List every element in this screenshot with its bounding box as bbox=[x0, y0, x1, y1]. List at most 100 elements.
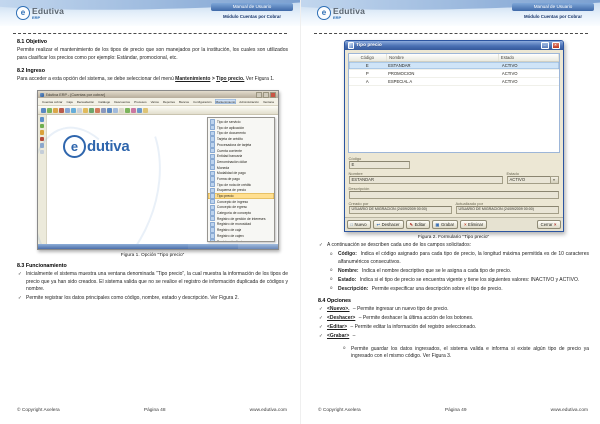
cerrar-button: Cerrar × bbox=[537, 220, 561, 229]
section-83-title: 8.3 Funcionamiento bbox=[17, 263, 288, 269]
footer-copyright: © Copyright Axelera bbox=[318, 408, 361, 413]
option-bullet: ✓ <Nuevo>. – Permite ingresar un nuevo t… bbox=[318, 306, 589, 314]
app-menubar: Cuentas cobrarCajaRecaudaciónCatálogoDes… bbox=[38, 98, 278, 106]
check-icon: ✓ bbox=[319, 242, 323, 249]
menu-item-icon bbox=[210, 165, 215, 170]
menubar-item: Ventana bbox=[262, 99, 275, 104]
footer-copyright: © Copyright Axelera bbox=[17, 408, 60, 413]
menubar-item: Recaudación bbox=[76, 99, 96, 104]
menu-item-icon bbox=[210, 142, 215, 147]
toolbar-icon bbox=[71, 108, 76, 113]
edutiva-logo-icon: e bbox=[317, 6, 331, 20]
sub-bullet-icon: o bbox=[330, 267, 332, 274]
toolbar-icon bbox=[101, 108, 106, 113]
table-row: P PROMOCION ACTIVO bbox=[349, 70, 559, 78]
descripcion-field bbox=[349, 191, 559, 199]
close-icon: × bbox=[554, 222, 556, 227]
chevron-down-icon: ▾ bbox=[550, 176, 559, 184]
check-bullet: ✓ Permite registrar los datos principale… bbox=[17, 295, 288, 303]
toolbar-icon bbox=[125, 108, 130, 113]
check-icon: ✓ bbox=[18, 295, 22, 302]
menu-item-icon bbox=[210, 148, 215, 153]
menubar-item: Varios bbox=[150, 99, 160, 104]
app-titlebar: Edutiva ERP - [Cuentas por cobrar] bbox=[38, 91, 278, 98]
dropdown-menu-item: Registro de gestión de intereses bbox=[208, 216, 274, 222]
mantenimiento-dropdown-menu: Tipo de servicio Tipo de aplicación bbox=[207, 117, 275, 242]
estado-label: Estado bbox=[507, 171, 559, 176]
logo-erp-label: ERP bbox=[32, 16, 64, 20]
field-bullet: o Estado: Indica si el tipo de precio se… bbox=[327, 277, 589, 285]
toolbar-icon bbox=[77, 108, 82, 113]
dashed-separator bbox=[13, 33, 287, 34]
manual-title: Manual de Usuario bbox=[211, 3, 293, 11]
page-header: e Edutiva ERP Manual de Usuario Módulo C… bbox=[0, 0, 300, 26]
edutiva-watermark-icon: e bbox=[63, 135, 86, 158]
dialog-titlebar: Tipo precio – × bbox=[345, 41, 563, 50]
menubar-item: Reportes bbox=[162, 99, 176, 104]
tipo-precio-form: Código E Nombre ESTANDAR Estado ACTIVO ▾ bbox=[345, 153, 563, 214]
dialog-button: × Eliminar bbox=[460, 220, 487, 229]
section-82-body: Para acceder a esta opción del sistema, … bbox=[17, 76, 288, 84]
toolbar-icon bbox=[113, 108, 118, 113]
edutiva-logo: e Edutiva ERP bbox=[317, 6, 365, 20]
menu-item-icon bbox=[210, 182, 215, 187]
menubar-item: Mantenimiento bbox=[215, 99, 237, 104]
toolbar-icon bbox=[59, 108, 64, 113]
toolbar-icon bbox=[83, 108, 88, 113]
button-icon: ✎ bbox=[410, 222, 414, 227]
sub-bullet-icon: o bbox=[343, 345, 345, 352]
menu-item-icon bbox=[210, 131, 215, 136]
codigo-field: E bbox=[349, 161, 410, 169]
edutiva-watermark: e dutiva bbox=[63, 135, 129, 158]
button-icon: ▣ bbox=[436, 222, 440, 227]
menu-item-icon bbox=[210, 176, 215, 181]
page-right-content: Tipo precio – × Código Nombre Estado E bbox=[301, 40, 600, 361]
menu-item-icon bbox=[210, 222, 215, 227]
menubar-item: Cuentas cobrar bbox=[41, 99, 64, 104]
creado-por-field: USUARIO DE MIGRACION (24/09/2009 00:00) bbox=[349, 206, 452, 214]
menu-item-icon bbox=[210, 125, 215, 130]
dialog-button: ↩ Deshacer bbox=[373, 220, 404, 229]
close-icon: × bbox=[552, 42, 560, 50]
toolbar-icon bbox=[53, 108, 58, 113]
toolbar-icon bbox=[131, 108, 136, 113]
section-81-body: Permite realizar el mantenimiento de los… bbox=[17, 47, 288, 63]
menu-item-icon bbox=[210, 199, 215, 204]
edutiva-logo: e Edutiva ERP bbox=[16, 6, 64, 20]
table-header-row: Código Nombre Estado bbox=[349, 54, 559, 62]
logo-erp-label: ERP bbox=[333, 16, 365, 20]
check-icon: ✓ bbox=[319, 333, 323, 340]
app-workspace: e dutiva Tipo de servicio bbox=[47, 115, 278, 244]
column-header-estado: Estado bbox=[499, 54, 559, 61]
sub-bullet-icon: o bbox=[330, 251, 332, 258]
app-statusbar bbox=[38, 244, 278, 249]
field-bullet: o Código: Indica el código asignado para… bbox=[327, 251, 589, 266]
toolbar-icon bbox=[143, 108, 148, 113]
estado-dropdown: ACTIVO ▾ bbox=[507, 176, 559, 184]
page-left: e Edutiva ERP Manual de Usuario Módulo C… bbox=[0, 0, 300, 424]
nombre-field: ESTANDAR bbox=[349, 176, 503, 184]
figure-2-caption: Figura 2. Formulario “Tipo precio” bbox=[318, 235, 589, 240]
page-footer: © Copyright Axelera Página 48 www.edutiv… bbox=[17, 408, 287, 413]
toolbar-icon bbox=[95, 108, 100, 113]
table-row: A ESPECIAL A ACTIVO bbox=[349, 78, 559, 86]
column-header-codigo: Código bbox=[349, 54, 388, 61]
maximize-icon bbox=[263, 92, 269, 98]
dialog-button: ✎ Editar bbox=[406, 220, 430, 229]
dialog-title: Tipo precio bbox=[356, 43, 538, 48]
menu-item-icon bbox=[210, 205, 215, 210]
toolbar-icon bbox=[119, 108, 124, 113]
actualizado-por-field: USUARIO DE MIGRACION (24/09/2009 00:00) bbox=[456, 206, 559, 214]
codigo-label: Código bbox=[349, 156, 559, 161]
menu-item-icon bbox=[210, 159, 215, 164]
figure-1-caption: Figura 1. Opción “Tipo precio” bbox=[17, 253, 288, 258]
actualizado-por-label: Actualizado por bbox=[456, 201, 559, 206]
menu-item-icon bbox=[210, 227, 215, 232]
table-row: E ESTANDAR ACTIVO bbox=[349, 62, 559, 70]
menubar-item: Bancos bbox=[178, 99, 190, 104]
dashed-separator bbox=[314, 33, 588, 34]
minimize-icon bbox=[256, 92, 262, 98]
section-84-title: 8.4 Opciones bbox=[318, 298, 589, 304]
module-title: Módulo Cuentas por Cobrar bbox=[512, 14, 594, 19]
menubar-item: Catálogo bbox=[97, 99, 111, 104]
